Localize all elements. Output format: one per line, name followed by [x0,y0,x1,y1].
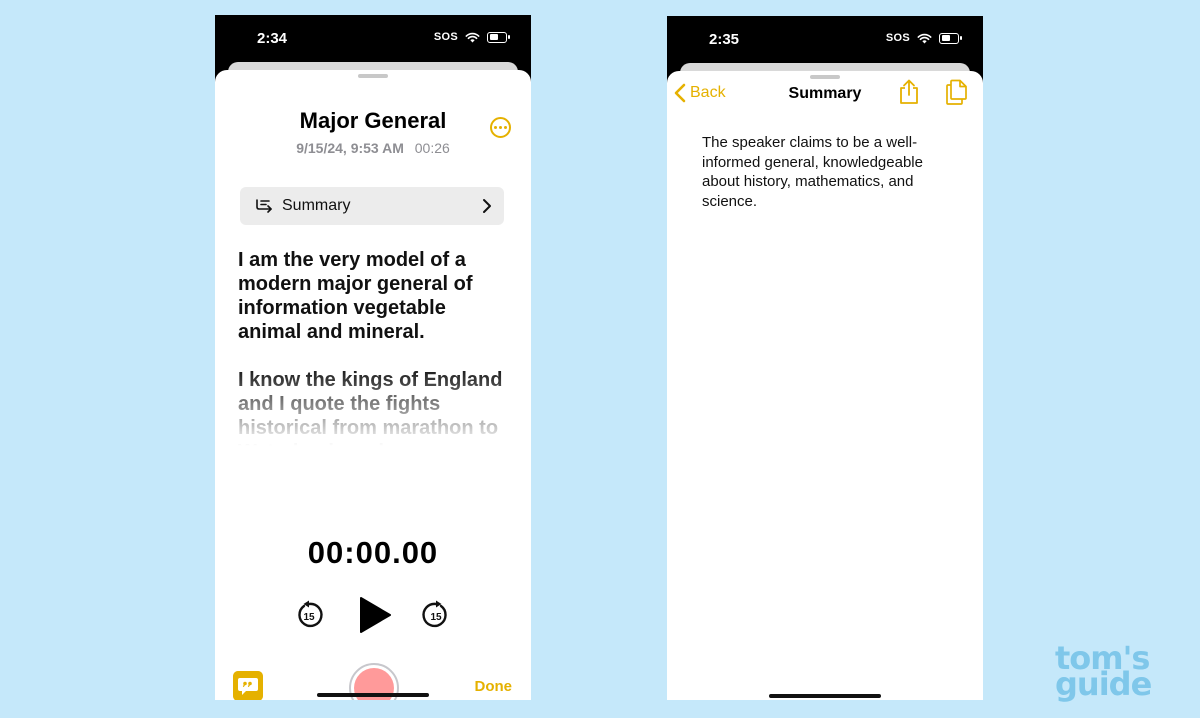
skip-back-15-icon[interactable]: 15 [294,600,324,630]
recording-date: 9/15/24, 9:53 AM [296,140,404,156]
transcript-paragraph: I know the kings of England and I quote … [238,369,503,446]
summary-text: The speaker claims to be a well-informed… [702,134,923,210]
more-icon [494,126,497,129]
chevron-left-icon [674,83,686,103]
transcript-paragraph: I am the very model of a modern major ge… [238,249,473,343]
summary-label: Summary [282,197,351,214]
play-icon[interactable] [358,596,392,634]
summary-list-icon [256,199,272,213]
toms-guide-logo: tom's guide [1055,642,1185,703]
recording-duration: 00:26 [414,140,450,156]
copy-icon[interactable] [945,79,969,105]
voice-memo-screen: 2:34 SOS Major General 9/15/24, 9:53 AM … [215,15,531,700]
recording-meta: 9/15/24, 9:53 AM 00:26 [215,140,531,156]
quote-bubble-icon[interactable] [233,671,263,700]
back-button[interactable]: Back [674,83,726,103]
more-button[interactable] [490,117,511,138]
recording-title: Major General [299,108,447,133]
back-label: Back [690,84,726,101]
skip-forward-label: 15 [430,612,442,623]
skip-back-label: 15 [303,612,315,623]
sos-indicator: SOS [433,31,458,43]
transcript: I am the very model of a modern major ge… [238,248,513,446]
status-time: 2:34 [257,30,288,47]
chevron-right-icon [483,199,491,213]
share-icon[interactable] [898,79,920,105]
skip-forward-15-icon[interactable]: 15 [421,600,451,630]
summary-button[interactable]: Summary [240,187,504,225]
summary-sheet: Summary Back The speaker claims to be a … [667,71,983,700]
status-bar: 2:34 SOS [215,15,531,65]
sos-indicator: SOS [885,32,910,44]
status-bar: 2:35 SOS [667,16,983,66]
wifi-icon [917,33,932,43]
sheet-grabber[interactable] [358,74,388,78]
logo-line-2: guide [1055,665,1152,703]
sheet-grabber[interactable] [810,75,840,79]
battery-icon [939,32,962,44]
done-button[interactable]: Done [475,678,513,695]
playback-timer: 00:00.00 [307,535,439,570]
battery-icon [487,31,510,43]
wifi-icon [465,32,480,42]
recording-sheet: Major General 9/15/24, 9:53 AM 00:26 Sum… [215,70,531,700]
home-indicator [317,693,429,697]
status-time: 2:35 [709,31,740,48]
home-indicator [769,694,881,698]
summary-screen: 2:35 SOS Summary Back The speaker claims… [667,16,983,700]
